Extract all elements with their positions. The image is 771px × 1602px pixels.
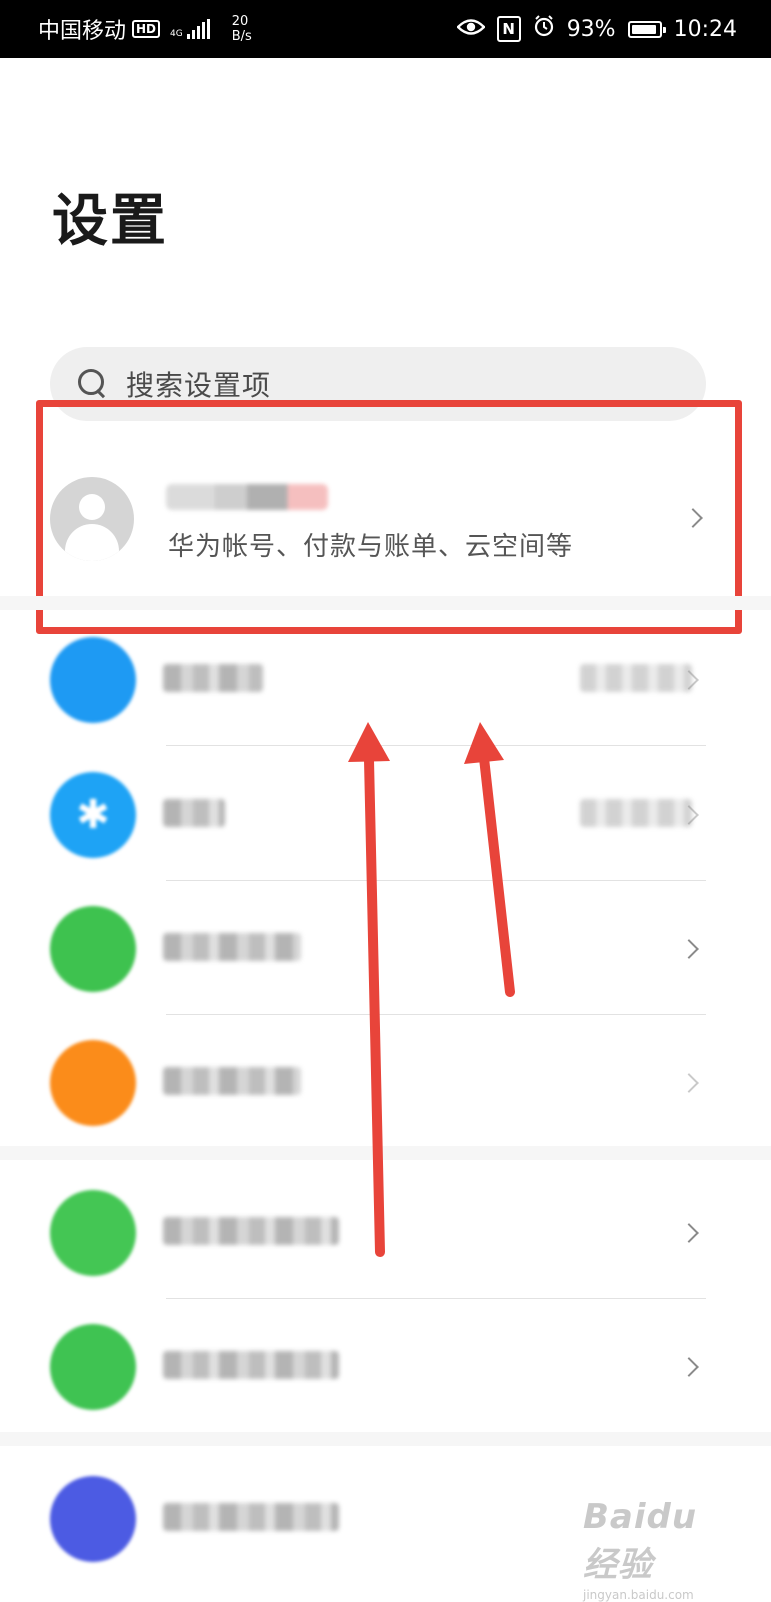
search-input[interactable]: 搜索设置项 xyxy=(126,364,271,404)
chevron-right-icon xyxy=(679,1073,699,1093)
clock: 10:24 xyxy=(673,16,737,42)
chevron-right-icon xyxy=(679,1357,699,1377)
battery-icon xyxy=(627,20,666,38)
settings-item-wifi[interactable] xyxy=(0,615,771,745)
baidu-watermark: Baidu经验 jingyan.baidu.com xyxy=(583,1497,723,1602)
settings-item-bluetooth[interactable]: ✱ xyxy=(0,750,771,880)
wifi-icon xyxy=(50,637,136,723)
status-bar: 中国移动 HD 4G 20 B/s N 93% 10:24 xyxy=(0,0,771,58)
settings-item-home-screen[interactable] xyxy=(0,1168,771,1298)
divider xyxy=(166,1014,706,1015)
nfc-icon: N xyxy=(496,16,521,42)
hd-badge: HD xyxy=(132,20,161,38)
settings-item-value-redacted xyxy=(580,664,692,692)
settings-item-value-redacted xyxy=(580,799,692,827)
status-bar-left: 中国移动 HD 4G 20 B/s xyxy=(38,13,252,45)
carrier-name: 中国移动 xyxy=(38,19,127,44)
settings-item-mobile-network[interactable] xyxy=(0,884,771,1014)
page-title: 设置 xyxy=(52,189,168,254)
status-bar-right: N 93% 10:24 xyxy=(455,15,737,43)
alarm-icon xyxy=(533,15,555,43)
chevron-right-icon xyxy=(679,1223,699,1243)
more-connections-icon xyxy=(50,1040,136,1126)
settings-item-display[interactable] xyxy=(0,1302,771,1432)
settings-item-label-redacted xyxy=(163,1067,301,1095)
home-screen-wallpaper-icon xyxy=(50,1190,136,1276)
mobile-network-icon xyxy=(50,906,136,992)
search-icon xyxy=(78,369,108,399)
network-speed: 20 B/s xyxy=(232,14,252,44)
divider xyxy=(166,1298,706,1299)
settings-item-label-redacted xyxy=(163,664,263,692)
settings-item-more-connections[interactable] xyxy=(0,1018,771,1148)
display-brightness-icon xyxy=(50,1324,136,1410)
group-separator xyxy=(0,596,771,610)
watermark-text: Baidu经验 xyxy=(583,1497,698,1585)
bluetooth-glyph: ✱ xyxy=(76,792,110,838)
eye-icon xyxy=(455,17,486,42)
battery-percent: 93% xyxy=(566,16,616,42)
battery-fill xyxy=(631,24,656,34)
settings-item-label-redacted xyxy=(163,933,301,961)
settings-item-label-redacted xyxy=(163,1351,339,1379)
divider xyxy=(166,880,706,881)
chevron-right-icon xyxy=(679,939,699,959)
speed-value: 20 xyxy=(231,14,249,29)
network-type: 4G xyxy=(170,29,183,39)
signal-icon: 4G xyxy=(170,19,210,39)
settings-item-label-redacted xyxy=(163,1503,339,1531)
bluetooth-icon: ✱ xyxy=(50,772,136,858)
divider xyxy=(166,745,706,746)
group-separator xyxy=(0,1432,771,1446)
notifications-icon xyxy=(50,1476,136,1562)
settings-item-label-redacted xyxy=(163,1217,339,1245)
settings-item-label-redacted xyxy=(163,799,225,827)
speed-unit: B/s xyxy=(231,29,252,44)
group-separator xyxy=(0,1146,771,1160)
